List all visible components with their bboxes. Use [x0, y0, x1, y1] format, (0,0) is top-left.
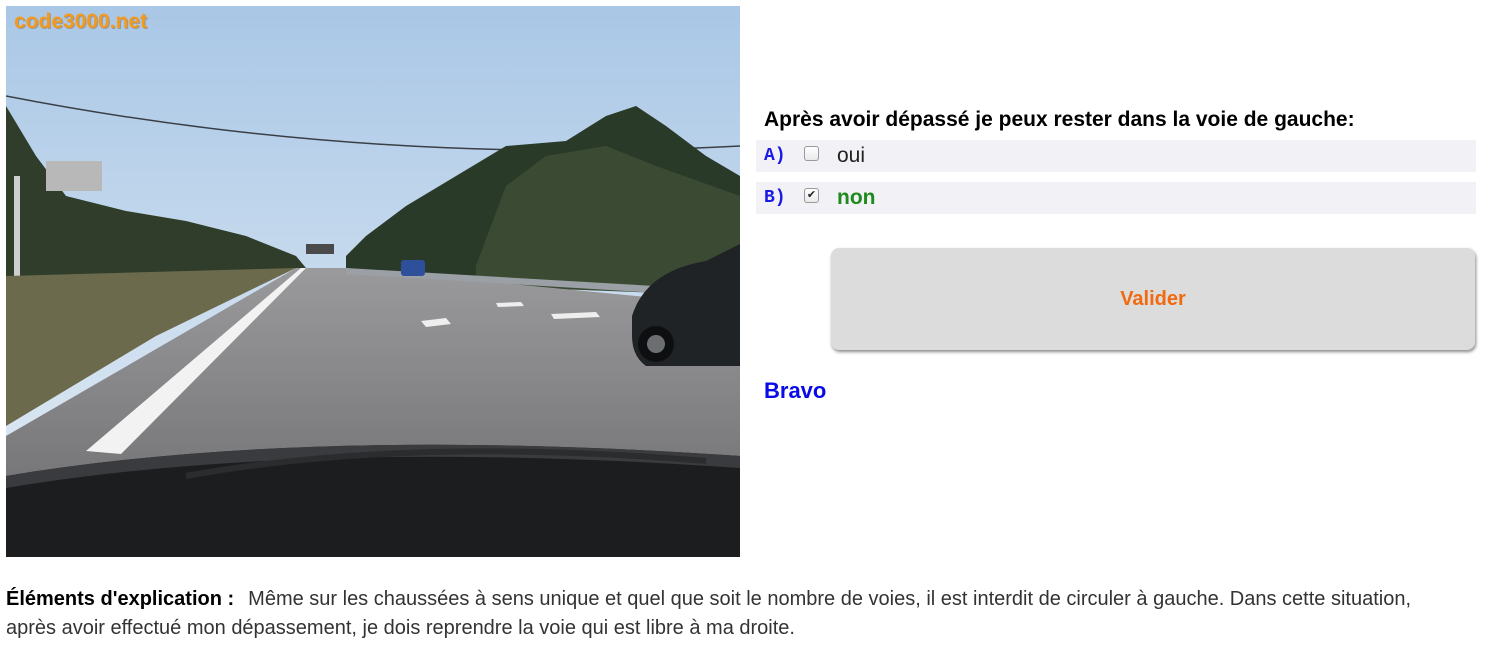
answer-letter: A)	[764, 146, 786, 166]
answer-label: oui	[837, 144, 866, 167]
answer-checkbox-a[interactable]	[804, 145, 819, 161]
question-text: Après avoir dépassé je peux rester dans …	[764, 108, 1355, 131]
answer-option-a[interactable]: A) oui	[756, 140, 1476, 172]
explanation-heading: Éléments d'explication :	[6, 588, 235, 610]
validate-button[interactable]: Valider	[831, 248, 1475, 350]
explanation-block: Éléments d'explication : Même sur les cha…	[6, 585, 1426, 643]
answer-label: non	[837, 186, 876, 209]
road-scene-image	[6, 6, 740, 557]
site-watermark: code3000.net	[14, 10, 148, 33]
answer-option-b[interactable]: B) ✔ non	[756, 182, 1476, 214]
question-photo: code3000.net	[6, 6, 740, 557]
answer-checkbox-b[interactable]: ✔	[804, 187, 819, 203]
answer-letter: B)	[764, 188, 786, 208]
feedback-message: Bravo	[764, 378, 827, 403]
